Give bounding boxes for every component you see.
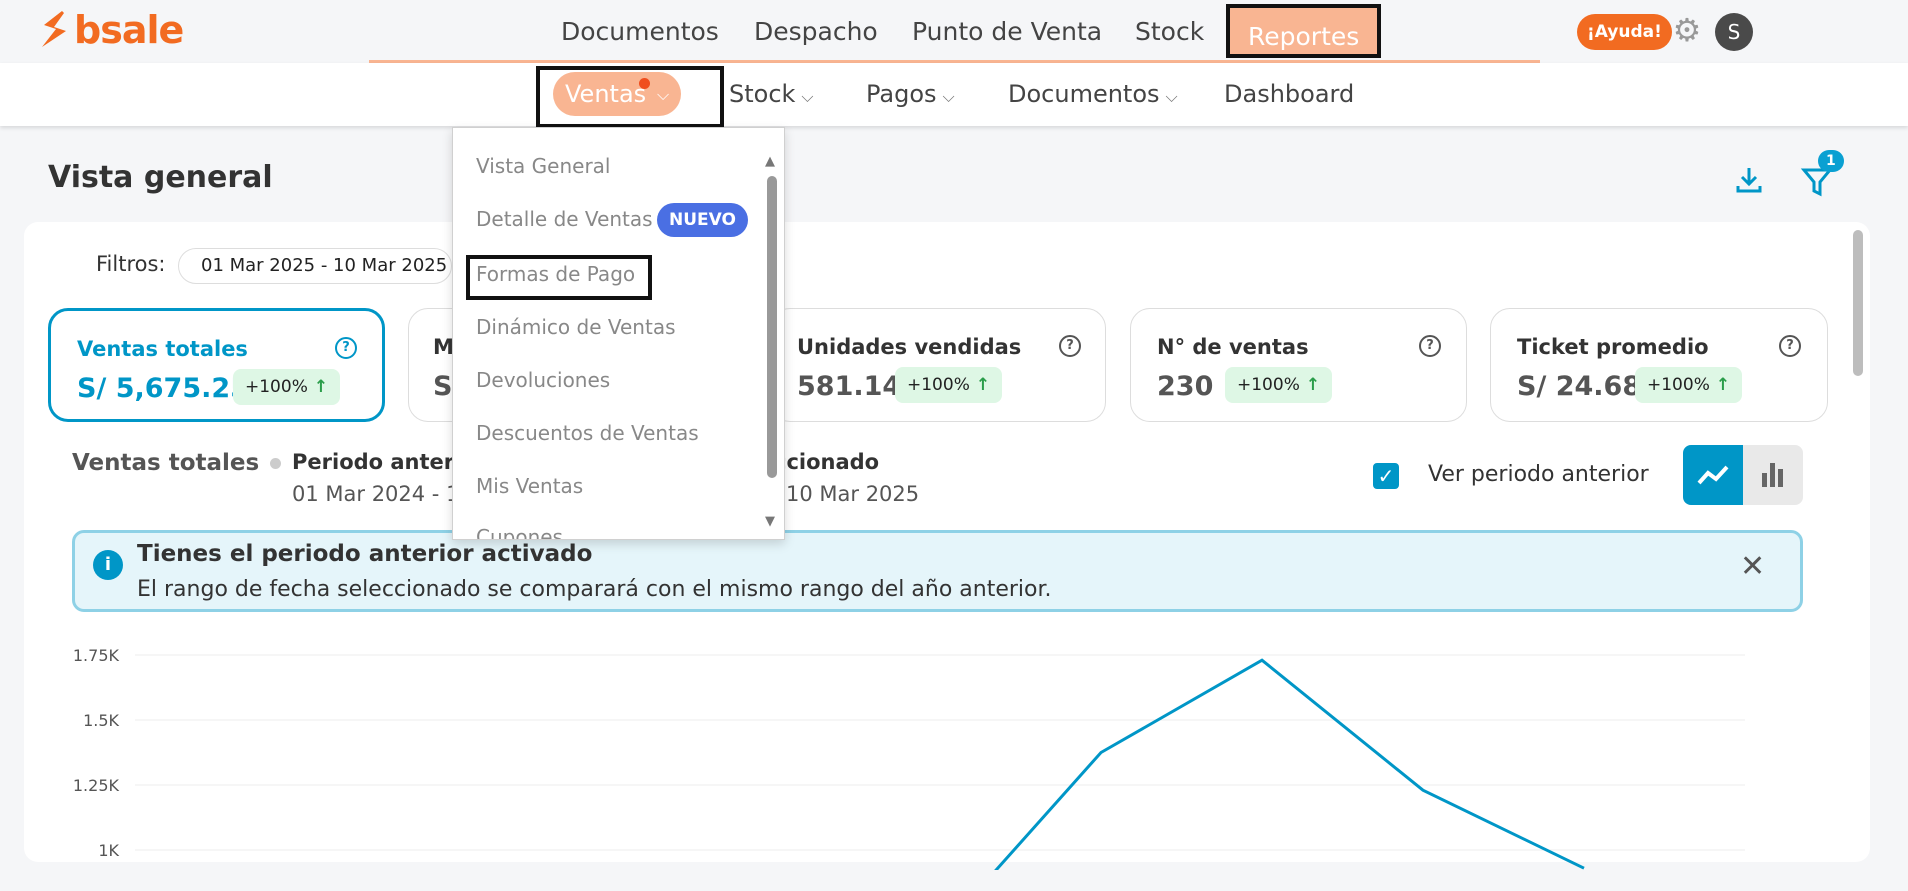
chevron-down-icon: ⌵ <box>657 85 670 104</box>
bar-chart-toggle[interactable] <box>1743 445 1803 505</box>
chevron-down-icon: ⌵ <box>1165 87 1178 106</box>
compare-previous-label[interactable]: Ver periodo anterior <box>1428 462 1649 487</box>
kpi-change: +100% <box>245 377 308 397</box>
legend-dot-previous <box>270 458 281 469</box>
date-range-filter-chip[interactable]: 01 Mar 2025 - 10 Mar 2025 <box>178 248 452 284</box>
kpi-value: 230 <box>1157 371 1214 402</box>
avatar[interactable]: S <box>1715 13 1753 51</box>
subnav-item-ventas[interactable]: Ventas ⌵ <box>553 72 681 116</box>
dropdown-item-descuentos-de-ventas[interactable]: Descuentos de Ventas <box>476 421 699 445</box>
kpi-change-badge: +100% ↑ <box>1635 367 1743 403</box>
new-badge: NUEVO <box>657 203 748 237</box>
sub-nav: Stock ⌵ Pagos ⌵ Documentos ⌵ Dashboard <box>0 63 1908 126</box>
kpi-change: +100% <box>1647 375 1710 395</box>
topnav-item-punto-de-venta[interactable]: Punto de Venta <box>912 0 1102 60</box>
kpi-title: N° de ventas <box>1157 335 1309 359</box>
info-banner: i Tienes el periodo anterior activado El… <box>72 530 1803 612</box>
gear-icon[interactable]: ⚙ <box>1670 13 1704 47</box>
legend-previous-range: 01 Mar 2024 - 10 <box>292 482 473 506</box>
bsale-s-icon <box>42 11 66 47</box>
kpi-value: 581.14 <box>797 371 902 402</box>
chevron-down-icon: ⌵ <box>942 87 955 106</box>
arrow-up-icon: ↑ <box>313 377 329 397</box>
kpi-card-numero-ventas[interactable]: N° de ventas ? 230 +100% ↑ <box>1130 308 1467 422</box>
chart-title: Ventas totales <box>72 450 260 476</box>
info-banner-title: Tienes el periodo anterior activado <box>137 541 593 567</box>
main-nav: Documentos Despacho Punto de Venta Stock… <box>369 0 1540 63</box>
notification-dot-icon <box>639 78 650 89</box>
arrow-up-icon: ↑ <box>1715 375 1731 395</box>
y-tick-label: 1.25K <box>73 776 120 795</box>
compare-previous-checkbox[interactable]: ✓ <box>1373 463 1399 489</box>
subnav-item-pagos[interactable]: Pagos ⌵ <box>866 63 955 126</box>
dropdown-item-detalle-de-ventas[interactable]: Detalle de Ventas <box>476 207 653 231</box>
subnav-item-stock[interactable]: Stock ⌵ <box>729 63 814 126</box>
kpi-change-badge: +100% ↑ <box>1225 367 1333 403</box>
page-title: Vista general <box>48 160 273 195</box>
kpi-value: S/ 5,675.25 <box>77 373 249 404</box>
subnav-item-documentos[interactable]: Documentos ⌵ <box>1008 63 1178 126</box>
bar-chart-icon <box>1762 463 1783 487</box>
kpi-change-badge: +100% ↑ <box>233 369 341 405</box>
arrow-up-icon: ↑ <box>975 375 991 395</box>
top-header: bsale Documentos Despacho Punto de Venta… <box>0 0 1908 63</box>
dropdown-item-cupones[interactable]: Cupones <box>476 525 563 539</box>
kpi-card-ventas-totales[interactable]: Ventas totales ? S/ 5,675.25 +100% ↑ <box>48 308 385 422</box>
info-icon: i <box>93 550 123 580</box>
subnav-ventas-label: Ventas <box>565 80 647 108</box>
dropdown-scrollbar-thumb[interactable] <box>767 176 777 478</box>
kpi-change: +100% <box>1237 375 1300 395</box>
chevron-down-icon: ⌵ <box>801 87 814 106</box>
scroll-up-arrow-icon[interactable]: ▲ <box>765 154 775 169</box>
download-icon[interactable] <box>1733 164 1765 196</box>
subnav-stock-label: Stock <box>729 80 796 108</box>
dropdown-item-formas-de-pago[interactable]: Formas de Pago <box>476 262 635 286</box>
y-tick-label: 1.5K <box>83 711 119 730</box>
kpi-title: Unidades vendidas <box>797 335 1022 359</box>
topnav-item-stock[interactable]: Stock <box>1135 0 1204 60</box>
dropdown-item-vista-general[interactable]: Vista General <box>476 154 611 178</box>
kpi-value: S/ 24.68 <box>1517 371 1642 402</box>
topnav-item-documentos[interactable]: Documentos <box>561 0 719 60</box>
help-button[interactable]: ¡Ayuda! <box>1577 14 1672 50</box>
dropdown-item-devoluciones[interactable]: Devoluciones <box>476 368 610 392</box>
subnav-pagos-label: Pagos <box>866 80 937 108</box>
kpi-change-badge: +100% ↑ <box>895 367 1003 403</box>
kpi-card-unidades-vendidas[interactable]: Unidades vendidas ? 581.14 +100% ↑ <box>770 308 1106 422</box>
dropdown-item-dinamico-de-ventas[interactable]: Dinámico de Ventas <box>476 315 676 339</box>
line-chart: 1.75K 1.5K 1.25K 1K <box>73 646 1745 870</box>
help-icon[interactable]: ? <box>1059 335 1081 357</box>
series-line <box>994 658 1585 870</box>
help-icon[interactable]: ? <box>1419 335 1441 357</box>
legend-selected-range: 10 Mar 2025 <box>786 482 920 506</box>
kpi-title: Ventas totales <box>77 337 248 361</box>
arrow-up-icon: ↑ <box>1305 375 1321 395</box>
filters-label: Filtros: <box>96 252 166 276</box>
topnav-item-reportes[interactable]: Reportes <box>1226 4 1382 58</box>
close-icon[interactable]: ✕ <box>1740 549 1765 584</box>
kpi-card-ticket-promedio[interactable]: Ticket promedio ? S/ 24.68 +100% ↑ <box>1490 308 1828 422</box>
line-chart-icon <box>1697 465 1729 485</box>
help-icon[interactable]: ? <box>335 337 357 359</box>
subnav-documentos-label: Documentos <box>1008 80 1160 108</box>
topnav-item-despacho[interactable]: Despacho <box>754 0 878 60</box>
help-icon[interactable]: ? <box>1779 335 1801 357</box>
scrollbar-thumb[interactable] <box>1853 230 1863 376</box>
logo-text: bsale <box>74 8 184 52</box>
scroll-down-arrow-icon[interactable]: ▼ <box>765 514 775 529</box>
legend-selected-label: ccionado <box>774 450 880 474</box>
dropdown-item-mis-ventas[interactable]: Mis Ventas <box>476 474 583 498</box>
kpi-change: +100% <box>907 375 970 395</box>
brand-logo[interactable]: bsale <box>38 8 184 52</box>
y-tick-label: 1.75K <box>73 646 120 665</box>
y-tick-label: 1K <box>98 841 119 860</box>
filter-count-badge: 1 <box>1818 150 1844 172</box>
info-banner-text: El rango de fecha seleccionado se compar… <box>137 577 1052 602</box>
kpi-title: Ticket promedio <box>1517 335 1709 359</box>
subnav-item-dashboard[interactable]: Dashboard <box>1224 63 1354 126</box>
line-chart-toggle[interactable] <box>1683 445 1743 505</box>
ventas-dropdown-menu: Vista General Detalle de Ventas NUEVO Fo… <box>452 127 785 540</box>
kpi-title: M <box>433 335 454 359</box>
